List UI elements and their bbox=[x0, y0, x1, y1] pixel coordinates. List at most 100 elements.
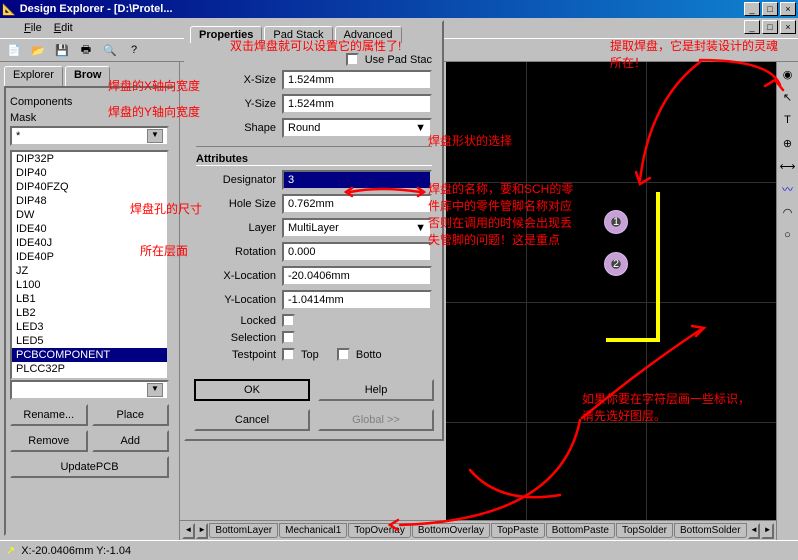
holesize-input[interactable]: 0.762mm bbox=[282, 194, 432, 214]
pad-2[interactable]: 2 bbox=[604, 252, 628, 276]
pad-1[interactable]: 1 bbox=[604, 210, 628, 234]
list-item[interactable]: LED3 bbox=[12, 320, 167, 334]
tool-arc-icon[interactable]: ◠ bbox=[778, 201, 798, 223]
designator-input[interactable]: 3 bbox=[282, 170, 432, 190]
save-icon[interactable]: 💾 bbox=[52, 40, 72, 60]
list-item[interactable]: DIP32P bbox=[12, 152, 167, 166]
list-item[interactable]: JZ bbox=[12, 264, 167, 278]
list-item[interactable]: LB1 bbox=[12, 292, 167, 306]
child-maximize-button[interactable]: □ bbox=[762, 20, 778, 34]
child-close-button[interactable]: × bbox=[780, 20, 796, 34]
list-item[interactable]: LB2 bbox=[12, 306, 167, 320]
tool-cursor-icon[interactable]: ↖ bbox=[778, 86, 798, 108]
help-button[interactable]: Help bbox=[318, 379, 434, 401]
tab-bottomlayer[interactable]: BottomLayer bbox=[209, 523, 278, 538]
use-padstack-checkbox[interactable] bbox=[346, 53, 359, 66]
holesize-label: Hole Size bbox=[196, 198, 276, 210]
add-button[interactable]: Add bbox=[92, 430, 170, 452]
zoom-icon[interactable]: 🔍 bbox=[100, 40, 120, 60]
tab-advanced[interactable]: Advanced bbox=[335, 26, 402, 43]
place-button[interactable]: Place bbox=[92, 404, 170, 426]
scroll-end-right-icon[interactable]: ► bbox=[761, 523, 774, 539]
menu-edit[interactable]: Edit bbox=[54, 22, 73, 34]
chevron-down-icon[interactable]: ▼ bbox=[415, 222, 426, 234]
cancel-button[interactable]: Cancel bbox=[194, 409, 310, 431]
layer-dropdown[interactable]: MultiLayer▼ bbox=[282, 218, 432, 238]
locked-checkbox[interactable] bbox=[282, 314, 295, 327]
rotation-label: Rotation bbox=[196, 246, 276, 258]
xloc-input[interactable]: -20.0406mm bbox=[282, 266, 432, 286]
testpoint-bottom-checkbox[interactable] bbox=[337, 348, 350, 361]
pad-properties-dialog: Properties Pad Stack Advanced Use Pad St… bbox=[184, 20, 444, 441]
list-item[interactable]: DIP48 bbox=[12, 194, 167, 208]
tab-browse[interactable]: Brow bbox=[65, 66, 111, 86]
mask-dropdown[interactable]: * ▼ bbox=[10, 126, 169, 146]
list-item[interactable]: IDE40J bbox=[12, 236, 167, 250]
ok-button[interactable]: OK bbox=[194, 379, 310, 401]
menu-file[interactable]: FFileile bbox=[24, 22, 42, 34]
xsize-input[interactable]: 1.524mm bbox=[282, 70, 432, 90]
attributes-group: Attributes bbox=[196, 146, 432, 166]
chevron-down-icon[interactable]: ▼ bbox=[147, 129, 163, 143]
designator-label: Designator bbox=[196, 174, 276, 186]
list-item[interactable]: DW bbox=[12, 208, 167, 222]
chevron-down-icon[interactable]: ▼ bbox=[415, 122, 426, 134]
tab-bottompaste[interactable]: BottomPaste bbox=[546, 523, 615, 538]
tool-dimension-icon[interactable]: ⟷ bbox=[778, 155, 798, 177]
scroll-end-left-icon[interactable]: ◄ bbox=[748, 523, 761, 539]
scroll-right-icon[interactable]: ► bbox=[196, 523, 209, 539]
layer-label: Layer bbox=[196, 222, 276, 234]
rename-button[interactable]: Rename... bbox=[10, 404, 88, 426]
tool-text-icon[interactable]: T bbox=[778, 109, 798, 131]
center-area: Properties Pad Stack Advanced Use Pad St… bbox=[180, 62, 798, 540]
tab-topoverlay[interactable]: TopOverlay bbox=[348, 523, 411, 538]
testpoint-label: Testpoint bbox=[196, 349, 276, 361]
shape-dropdown[interactable]: Round▼ bbox=[282, 118, 432, 138]
list-item[interactable]: IDE40 bbox=[12, 222, 167, 236]
list-item[interactable]: IDE40P bbox=[12, 250, 167, 264]
ysize-input[interactable]: 1.524mm bbox=[282, 94, 432, 114]
yloc-input[interactable]: -1.0414mm bbox=[282, 290, 432, 310]
pcb-canvas[interactable]: 1 2 bbox=[446, 62, 776, 520]
tool-wave-icon[interactable]: 〰 bbox=[778, 178, 798, 200]
tab-bottomsolder[interactable]: BottomSolder bbox=[674, 523, 747, 538]
print-icon[interactable]: 🖶 bbox=[76, 40, 96, 60]
components-listbox[interactable]: DIP32P DIP40 DIP40FZQ DIP48 DW IDE40 IDE… bbox=[10, 150, 169, 380]
list-item[interactable]: DIP40FZQ bbox=[12, 180, 167, 194]
tab-topsolder[interactable]: TopSolder bbox=[616, 523, 673, 538]
global-button: Global >> bbox=[318, 409, 434, 431]
remove-button[interactable]: Remove bbox=[10, 430, 88, 452]
help-icon[interactable]: ? bbox=[124, 40, 144, 60]
child-minimize-button[interactable]: _ bbox=[744, 20, 760, 34]
tab-bottomoverlay[interactable]: BottomOverlay bbox=[412, 523, 490, 538]
tab-mechanical1[interactable]: Mechanical1 bbox=[279, 523, 347, 538]
menu-bar: FFileile Edit bbox=[20, 18, 77, 38]
new-icon[interactable]: 📄 bbox=[4, 40, 24, 60]
overlay-line-v bbox=[656, 192, 660, 342]
selection-checkbox[interactable] bbox=[282, 331, 295, 344]
rotation-input[interactable]: 0.000 bbox=[282, 242, 432, 262]
footprint-dropdown[interactable]: ▼ bbox=[10, 380, 169, 400]
tab-explorer[interactable]: Explorer bbox=[4, 66, 63, 86]
layer-tabs: ◄ ► BottomLayer Mechanical1 TopOverlay B… bbox=[180, 520, 776, 540]
left-panel: Explorer Brow Components Mask * ▼ DIP32P… bbox=[0, 62, 180, 540]
tool-circle-icon[interactable]: ○ bbox=[778, 224, 798, 246]
maximize-button[interactable]: □ bbox=[762, 2, 778, 16]
close-button[interactable]: × bbox=[780, 2, 796, 16]
minimize-button[interactable]: _ bbox=[744, 2, 760, 16]
scroll-left-icon[interactable]: ◄ bbox=[182, 523, 195, 539]
chevron-down-icon[interactable]: ▼ bbox=[147, 383, 163, 397]
list-item[interactable]: DIP40 bbox=[12, 166, 167, 180]
list-item[interactable]: L100 bbox=[12, 278, 167, 292]
list-item[interactable]: PLCC32P bbox=[12, 362, 167, 376]
testpoint-top-checkbox[interactable] bbox=[282, 348, 295, 361]
tab-padstack[interactable]: Pad Stack bbox=[264, 26, 332, 43]
updatepcb-button[interactable]: UpdatePCB bbox=[10, 456, 169, 478]
open-icon[interactable]: 📂 bbox=[28, 40, 48, 60]
tab-toppaste[interactable]: TopPaste bbox=[491, 523, 545, 538]
list-item[interactable]: LED5 bbox=[12, 334, 167, 348]
list-item-selected[interactable]: PCBCOMPONENT bbox=[12, 348, 167, 362]
tool-origin-icon[interactable]: ⊕ bbox=[778, 132, 798, 154]
tab-properties[interactable]: Properties bbox=[190, 26, 262, 43]
tool-pad-icon[interactable]: ◉ bbox=[778, 63, 798, 85]
